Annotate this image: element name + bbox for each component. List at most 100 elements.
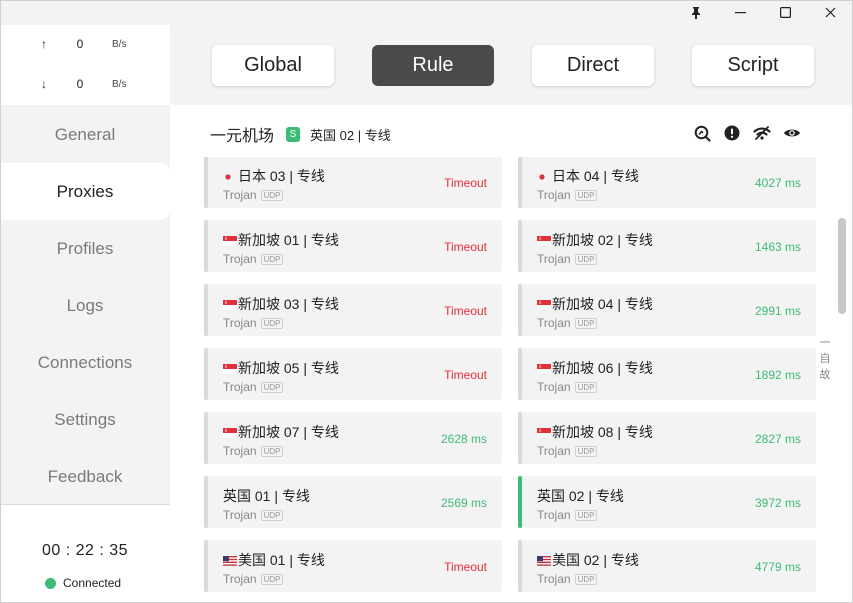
proxy-name: 新加坡 04 | 专线 — [537, 294, 653, 314]
proxy-type: Trojan UDP — [223, 444, 284, 458]
proxy-selected-indicator — [204, 476, 208, 528]
proxy-protocol: Trojan — [223, 380, 257, 394]
proxy-name-text: 新加坡 06 | 专线 — [552, 360, 653, 376]
proxy-delay[interactable]: 2991 ms — [755, 304, 801, 318]
sidebar: ↑ 0 B/s ↓ 0 B/s General Proxies Profiles Lo… — [0, 25, 170, 603]
group-title: 一元机场 — [210, 128, 275, 145]
group-type-badge: S — [286, 126, 301, 142]
udp-badge: UDP — [260, 445, 284, 457]
proxy-delay[interactable]: 1463 ms — [755, 240, 801, 254]
proxy-delay[interactable]: 3972 ms — [755, 496, 801, 510]
download-value: 0 — [76, 77, 84, 91]
udp-badge: UDP — [260, 381, 284, 393]
proxy-delay[interactable]: Timeout — [444, 176, 487, 190]
flag-sg-icon — [537, 232, 552, 248]
proxy-name-text: 日本 03 | 专线 — [238, 168, 325, 184]
proxy-delay[interactable]: 2628 ms — [441, 432, 487, 446]
nav-item-settings[interactable]: Settings — [0, 391, 170, 448]
title-bar — [0, 0, 853, 25]
nav-item-proxies[interactable]: Proxies — [0, 163, 170, 220]
proxy-delay[interactable]: Timeout — [444, 368, 487, 382]
proxy-card[interactable]: 日本 04 | 专线 Trojan UDP 4027 ms — [518, 157, 816, 208]
side-index[interactable]: 一 自 故 — [819, 335, 831, 383]
proxy-card[interactable]: 英国 01 | 专线 Trojan UDP 2569 ms — [204, 476, 502, 528]
side-index-item[interactable]: 故 — [819, 367, 831, 383]
side-index-item[interactable]: 自 — [819, 351, 831, 367]
udp-badge: UDP — [260, 189, 284, 201]
proxy-delay[interactable]: 2827 ms — [755, 432, 801, 446]
upload-arrow-icon: ↑ — [41, 37, 47, 51]
mode-script-button[interactable]: Script — [692, 45, 814, 86]
proxy-selected-indicator — [204, 540, 208, 592]
proxy-delay[interactable]: 1892 ms — [755, 368, 801, 382]
proxy-name-text: 日本 04 | 专线 — [552, 168, 639, 184]
proxy-card[interactable]: 新加坡 07 | 专线 Trojan UDP 2628 ms — [204, 412, 502, 464]
mode-direct-button[interactable]: Direct — [532, 45, 654, 86]
status-indicator: Connected — [45, 576, 121, 590]
proxy-card[interactable]: 新加坡 05 | 专线 Trojan UDP Timeout — [204, 348, 502, 400]
proxy-protocol: Trojan — [537, 252, 571, 266]
side-index-item[interactable]: 一 — [819, 335, 831, 351]
group-selected-proxy: 英国 02 | 专线 — [310, 127, 391, 143]
proxy-type: Trojan UDP — [537, 188, 598, 202]
proxy-name: 新加坡 01 | 专线 — [223, 230, 339, 250]
mode-global-button[interactable]: Global — [212, 45, 334, 86]
proxy-name-text: 新加坡 07 | 专线 — [238, 424, 339, 440]
minimize-icon[interactable] — [718, 0, 762, 25]
udp-badge: UDP — [260, 253, 284, 265]
eye-icon[interactable] — [783, 124, 801, 142]
scrollbar-thumb[interactable] — [838, 218, 846, 314]
upload-rate: ↑ 0 B/s — [0, 37, 170, 57]
flag-us-icon — [223, 552, 238, 568]
proxy-card[interactable]: 新加坡 08 | 专线 Trojan UDP 2827 ms — [518, 412, 816, 464]
nav-item-logs[interactable]: Logs — [0, 277, 170, 334]
proxy-delay[interactable]: Timeout — [444, 240, 487, 254]
udp-badge: UDP — [260, 317, 284, 329]
nav-item-general[interactable]: General — [0, 106, 170, 163]
proxy-card[interactable]: 英国 02 | 专线 Trojan UDP 3972 ms — [518, 476, 816, 528]
proxy-card[interactable]: 美国 02 | 专线 Trojan UDP 4779 ms — [518, 540, 816, 592]
group-header[interactable]: 一元机场 S 英国 02 | 专线 — [210, 123, 391, 145]
proxy-selected-indicator — [204, 348, 208, 400]
nav-item-connections[interactable]: Connections — [0, 334, 170, 391]
udp-badge: UDP — [574, 189, 598, 201]
scrollbar[interactable] — [838, 218, 848, 314]
proxy-name: 英国 01 | 专线 — [223, 486, 310, 506]
pin-icon[interactable] — [674, 0, 718, 25]
udp-badge: UDP — [574, 381, 598, 393]
mode-rule-button[interactable]: Rule — [372, 45, 494, 86]
proxy-delay[interactable]: 2569 ms — [441, 496, 487, 510]
proxy-card[interactable]: 新加坡 03 | 专线 Trojan UDP Timeout — [204, 284, 502, 336]
proxy-protocol: Trojan — [537, 572, 571, 586]
proxy-card[interactable]: 新加坡 02 | 专线 Trojan UDP 1463 ms — [518, 220, 816, 272]
proxy-delay[interactable]: 4027 ms — [755, 176, 801, 190]
proxy-delay[interactable]: 4779 ms — [755, 560, 801, 574]
alert-icon[interactable] — [723, 124, 741, 142]
proxy-card[interactable]: 新加坡 01 | 专线 Trojan UDP Timeout — [204, 220, 502, 272]
proxy-delay[interactable]: Timeout — [444, 304, 487, 318]
nav-item-profiles[interactable]: Profiles — [0, 220, 170, 277]
proxy-selected-indicator — [518, 157, 522, 208]
udp-badge: UDP — [574, 509, 598, 521]
udp-badge: UDP — [574, 445, 598, 457]
proxy-type: Trojan UDP — [537, 316, 598, 330]
proxy-type: Trojan UDP — [537, 380, 598, 394]
maximize-icon[interactable] — [763, 0, 807, 25]
close-icon[interactable] — [808, 0, 852, 25]
proxy-card[interactable]: 美国 01 | 专线 Trojan UDP Timeout — [204, 540, 502, 592]
proxy-card[interactable]: 新加坡 04 | 专线 Trojan UDP 2991 ms — [518, 284, 816, 336]
proxy-protocol: Trojan — [223, 252, 257, 266]
proxy-protocol: Trojan — [223, 316, 257, 330]
speed-test-icon[interactable] — [693, 124, 711, 142]
proxy-selected-indicator — [518, 412, 522, 464]
udp-badge: UDP — [574, 573, 598, 585]
proxy-card[interactable]: 新加坡 06 | 专线 Trojan UDP 1892 ms — [518, 348, 816, 400]
proxy-card[interactable]: 日本 03 | 专线 Trojan UDP Timeout — [204, 157, 502, 208]
download-rate: ↓ 0 B/s — [0, 77, 170, 97]
proxy-name-text: 新加坡 03 | 专线 — [238, 296, 339, 312]
wifi-icon[interactable] — [753, 124, 771, 142]
nav-item-feedback[interactable]: Feedback — [0, 448, 170, 505]
connection-status: 00 : 22 : 35 Connected — [0, 505, 170, 603]
mode-selector: Global Rule Direct Script — [170, 25, 853, 105]
proxy-delay[interactable]: Timeout — [444, 560, 487, 574]
